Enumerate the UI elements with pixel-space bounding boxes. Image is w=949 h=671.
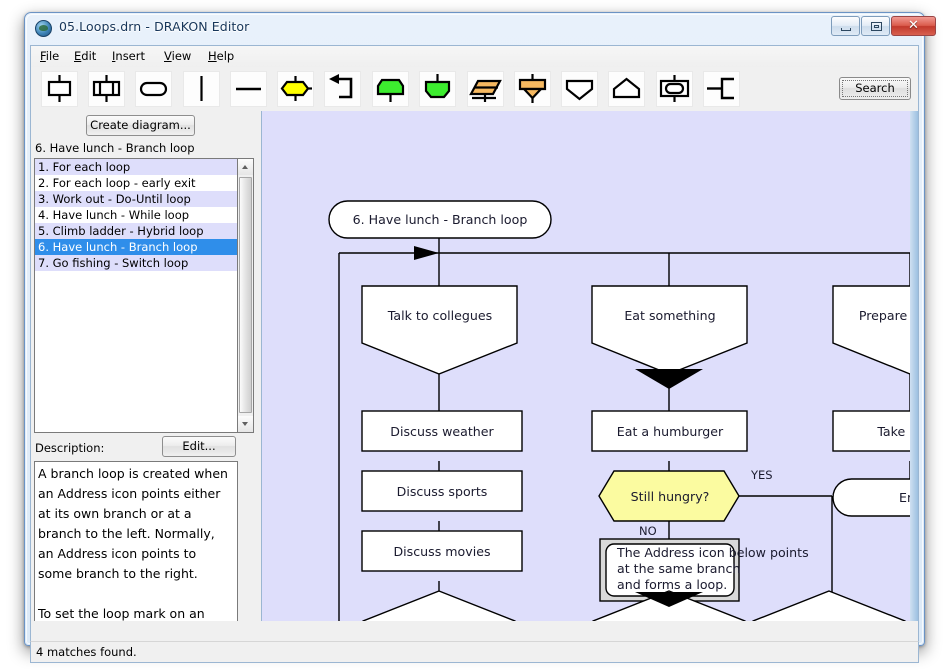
branch-shape-3 (832, 285, 918, 375)
list-item[interactable]: 7. Go fishing - Switch loop (35, 255, 237, 271)
list-item[interactable]: 3. Work out - Do-Until loop (35, 191, 237, 207)
shelf-orange-icon[interactable] (467, 71, 504, 107)
action-icon[interactable] (41, 71, 78, 107)
skewer-arrowhead (414, 246, 439, 260)
toolbar-separator-4 (459, 73, 460, 105)
toolbar-separator-3 (364, 73, 365, 105)
diagram-list[interactable]: 1. For each loop 2. For each loop - earl… (34, 158, 238, 433)
toolbar-separator-6 (648, 73, 649, 105)
comment-line-2: at the same branch (617, 561, 740, 576)
question-yes-label: YES (750, 468, 773, 482)
drakon-app-icon (35, 20, 52, 37)
left-panel: Create diagram... 6. Have lunch - Branch… (31, 111, 261, 621)
description-label: Description: (35, 441, 105, 455)
toolbar-separator-2 (270, 73, 271, 105)
branch-shape-1 (361, 285, 518, 375)
menu-edit-rest: dit (81, 49, 97, 63)
toolbar-separator-1 (175, 73, 176, 105)
maximize-icon (871, 22, 882, 31)
horizontal-line-icon[interactable] (230, 71, 267, 107)
list-item-selected[interactable]: 6. Have lunch - Branch loop (35, 239, 237, 255)
menu-help[interactable]: Help (203, 49, 239, 64)
question-label: Still hungry? (631, 489, 710, 504)
branch-label-1: Talk to collegues (387, 308, 492, 323)
branch-green-icon[interactable] (372, 71, 409, 107)
create-diagram-label: Create diagram... (90, 118, 191, 132)
vertical-line-icon[interactable] (183, 71, 220, 107)
menu-insert[interactable]: Insert (107, 49, 150, 64)
menu-help-accel: H (208, 49, 217, 63)
close-button[interactable]: ✕ (891, 16, 936, 36)
terminator-icon[interactable] (135, 71, 172, 107)
branch-shape-2 (591, 285, 748, 375)
canvas-vertical-scrollbar[interactable] (910, 111, 918, 621)
list-item[interactable]: 5. Climb ladder - Hybrid loop (35, 223, 237, 239)
minimize-icon (841, 28, 851, 31)
action-label: Discuss sports (397, 484, 488, 499)
window-title: 05.Loops.drn - DRAKON Editor (59, 19, 250, 34)
status-text: 4 matches found. (36, 645, 137, 659)
branch-loop-mark-2 (635, 369, 703, 389)
address-green-icon[interactable] (419, 71, 456, 107)
insertion-icon[interactable] (88, 71, 125, 107)
list-item[interactable]: 1. For each loop (35, 159, 237, 175)
diagram-canvas[interactable]: 6. Have lunch - Branch loop Talk to coll… (261, 111, 918, 621)
menu-edit[interactable]: Edit (69, 49, 101, 64)
close-icon: ✕ (908, 18, 919, 33)
maximize-button[interactable] (861, 16, 890, 36)
menu-insert-rest: nsert (115, 49, 145, 63)
question-no-label: NO (639, 524, 657, 538)
description-text[interactable]: A branch loop is created when an Address… (34, 461, 238, 621)
minimize-button[interactable] (831, 16, 860, 36)
address-shape-3 (752, 590, 906, 621)
scrollbar-thumb[interactable] (239, 177, 252, 413)
action-label: Discuss weather (390, 424, 494, 439)
scroll-down-icon[interactable] (238, 416, 253, 432)
diagram-list-scrollbar[interactable] (238, 158, 254, 433)
menu-file-rest: ile (45, 49, 60, 63)
menu-file[interactable]: File (35, 49, 64, 64)
client-area: File Edit Insert View Help Search Create… (30, 45, 919, 641)
menu-view-accel: V (164, 49, 172, 63)
menu-view-rest: iew (171, 49, 192, 63)
loop-arrow-icon[interactable] (324, 71, 361, 107)
action-label: Eat a humburger (617, 424, 724, 439)
comment-line-3: and forms a loop. (617, 577, 727, 592)
connector-icon[interactable] (703, 71, 740, 107)
edit-description-button[interactable]: Edit... (162, 436, 236, 457)
comment-icon[interactable] (656, 71, 693, 107)
comment-line-1: The Address icon below points (616, 545, 809, 560)
case-up-icon[interactable] (608, 71, 645, 107)
diagram-svg: 6. Have lunch - Branch loop Talk to coll… (328, 200, 918, 621)
title-bar: 05.Loops.drn - DRAKON Editor ✕ (25, 13, 936, 45)
toolbar-separator-5 (554, 73, 555, 105)
address-shape-1 (362, 590, 516, 621)
search-button-label: Search (855, 81, 895, 95)
edit-button-label: Edit... (182, 439, 216, 453)
search-button[interactable]: Search (839, 77, 911, 100)
select-orange-icon[interactable] (514, 71, 551, 107)
toolbar: Search (31, 67, 918, 111)
application-window: 05.Loops.drn - DRAKON Editor ✕ File Edit… (24, 12, 936, 663)
case-down-icon[interactable] (561, 71, 598, 107)
diagram-title-text: 6. Have lunch - Branch loop (353, 212, 528, 227)
menu-view[interactable]: View (159, 49, 196, 64)
menu-bar: File Edit Insert View Help (31, 46, 918, 68)
menu-help-rest: elp (216, 49, 235, 63)
list-item[interactable]: 2. For each loop - early exit (35, 175, 237, 191)
status-bar: 4 matches found. (30, 641, 919, 663)
branch-label-2: Eat something (624, 308, 715, 323)
list-item[interactable]: 4. Have lunch - While loop (35, 207, 237, 223)
question-icon[interactable] (277, 71, 314, 107)
create-diagram-button[interactable]: Create diagram... (86, 115, 195, 136)
action-label: Discuss movies (393, 544, 490, 559)
scroll-up-icon[interactable] (238, 159, 253, 175)
current-diagram-label: 6. Have lunch - Branch loop (35, 141, 195, 155)
